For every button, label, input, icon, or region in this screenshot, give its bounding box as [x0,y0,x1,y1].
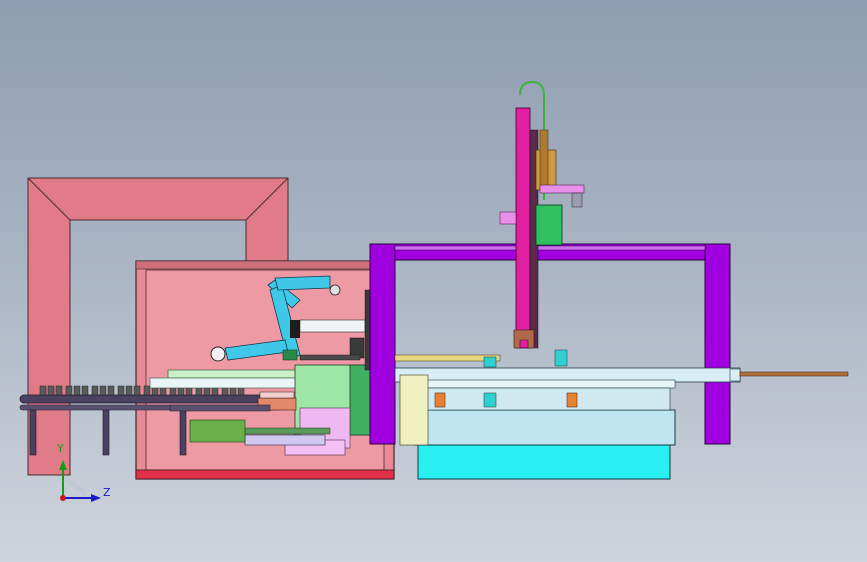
triad-z-label: Z [103,486,111,499]
cad-viewport[interactable] [0,0,867,562]
triad-y-label: Y [57,442,64,455]
vertical-axis-post [499,80,585,349]
base-table [394,354,849,480]
coordinate-triad [59,460,101,502]
